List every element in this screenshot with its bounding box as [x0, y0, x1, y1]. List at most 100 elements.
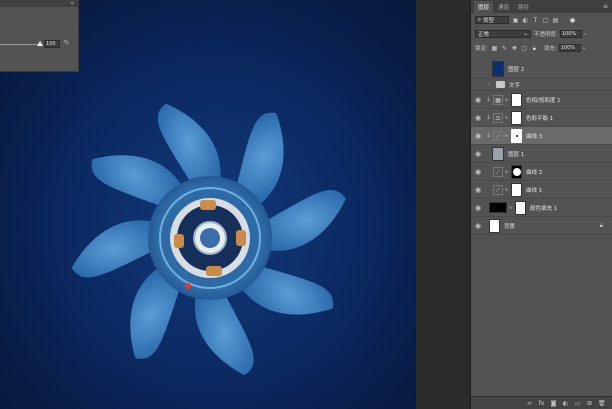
link-icon[interactable]: ∞	[504, 115, 509, 121]
shape-filter-icon[interactable]: ▢	[542, 17, 549, 24]
fx-icon[interactable]: fx	[538, 400, 545, 407]
folder-icon	[496, 81, 505, 88]
filter-row: ⌕ 类型 ▣ ◐ T ▢ ▤ ●	[471, 16, 612, 24]
chevron-down-icon: ⌄	[523, 31, 528, 37]
panel-tabs: 图层 通道 路径	[471, 0, 612, 13]
layer-row-1[interactable]: ◉ 图层 1	[471, 145, 612, 163]
smart-object-filter-icon[interactable]: ▤	[552, 17, 559, 24]
layer-row-hue-saturation[interactable]: ◉ ↓ ▦ ∞ 色相/饱和度 1	[471, 91, 612, 109]
layer-name: 背景	[504, 223, 516, 230]
color-balance-icon: ⚖	[493, 112, 503, 123]
chevron-right-icon[interactable]: ›	[488, 82, 494, 88]
lock-transparency-icon[interactable]: ▦	[491, 45, 498, 52]
clip-arrow-icon: ↓	[486, 132, 492, 139]
mask-shape	[513, 167, 521, 176]
panel-menu-icon[interactable]: ≡	[603, 3, 608, 10]
layer-row-color-balance[interactable]: ◉ ↓ ⚖ ∞ 色彩平衡 1	[471, 109, 612, 127]
properties-panel-header: «	[0, 0, 78, 7]
eye-icon[interactable]: ◉	[471, 150, 485, 158]
eye-icon[interactable]: ◉	[471, 204, 485, 212]
opacity-slider-track[interactable]	[0, 44, 42, 45]
clip-arrow-icon: ↓	[486, 114, 492, 121]
link-icon[interactable]: ∞	[504, 169, 509, 175]
adjustment-filter-icon[interactable]: ◐	[522, 17, 529, 24]
fill-field[interactable]: 100%	[558, 44, 581, 52]
layer-row-curves-3[interactable]: ◉ ↓ ⟋ ∞ 曲线 3	[471, 127, 612, 145]
eye-icon[interactable]: ◉	[471, 168, 485, 176]
clip-arrow-icon: ↓	[486, 96, 492, 103]
opacity-label: 不透明度:	[534, 32, 558, 38]
layer-name: 色相/饱和度 1	[526, 97, 561, 104]
layer-row-curves-1[interactable]: ◉ ⟋ ∞ 曲线 1	[471, 181, 612, 199]
trash-icon[interactable]: 🗑︎	[598, 400, 606, 407]
opacity-field[interactable]: 100%	[559, 30, 582, 38]
layer-name: 曲线 3	[526, 133, 543, 140]
lock-artboard-icon[interactable]: ▢	[521, 45, 528, 52]
new-layer-icon[interactable]: ⊞	[586, 400, 593, 407]
layer-thumbnail	[489, 218, 500, 233]
link-icon[interactable]: ∞	[504, 187, 509, 193]
link-icon[interactable]: ∞	[526, 400, 533, 407]
eye-icon[interactable]: ◉	[471, 114, 485, 122]
curves-icon: ⟋	[493, 130, 503, 141]
type-filter-icon[interactable]: T	[532, 17, 539, 24]
layer-mask-thumbnail	[511, 92, 522, 107]
layers-panel: 图层 通道 路径 ≡ ⌕ 类型 ▣ ◐ T ▢ ▤ ● 正常 ⌄ 不透明度: 1…	[470, 0, 612, 409]
slider-unit: %	[64, 40, 69, 46]
layer-row-color-fill[interactable]: ◉ ∞ 颜色填充 1	[471, 199, 612, 217]
layer-mask-thumbnail	[511, 128, 522, 143]
curves-icon: ⟋	[493, 166, 503, 177]
search-icon: ⌕	[478, 16, 482, 23]
tab-paths[interactable]: 路径	[514, 1, 533, 13]
pixel-filter-icon[interactable]: ▣	[512, 17, 519, 24]
blend-row: 正常 ⌄ 不透明度: 100% ⌄	[471, 30, 612, 38]
layers-list: 图层 2 › 文字 ◉ ↓ ▦ ∞ 色相/饱和度 1 ◉ ↓ ⚖ ∞ 色彩平衡 …	[471, 59, 612, 235]
layer-mask-thumbnail	[511, 110, 522, 125]
mask-icon[interactable]: ◙	[550, 400, 557, 407]
workspace-gutter	[416, 0, 470, 409]
layer-thumbnail	[492, 60, 504, 77]
layer-row-2[interactable]: 图层 2	[471, 59, 612, 79]
layer-mask-thumbnail	[511, 164, 522, 179]
filter-kind-select[interactable]: ⌕ 类型	[475, 16, 509, 24]
layer-mask-thumbnail	[511, 182, 522, 197]
blend-mode-select[interactable]: 正常 ⌄	[475, 30, 531, 38]
slider-value-field[interactable]: 100	[44, 40, 60, 48]
collapse-icon[interactable]: «	[70, 0, 74, 7]
curves-icon: ⟋	[493, 184, 503, 195]
layer-thumbnail	[492, 146, 504, 161]
layer-name: 曲线 2	[526, 169, 543, 176]
layer-row-background[interactable]: ◉ 背景 🔒︎	[471, 217, 612, 235]
lock-paint-icon[interactable]: ✎	[501, 45, 508, 52]
tab-layers[interactable]: 图层	[474, 1, 494, 13]
eye-icon[interactable]: ◉	[471, 186, 485, 194]
filter-toggle-icon[interactable]: ●	[569, 17, 576, 24]
layer-group-text[interactable]: › 文字	[471, 79, 612, 91]
fill-label: 填充:	[543, 46, 557, 52]
layer-name: 色彩平衡 1	[526, 115, 554, 122]
lock-row: 锁定: ▦ ✎ ✥ ▢ 🔒︎ 填充: 100% ⌄	[471, 44, 612, 52]
fan-image	[71, 103, 346, 376]
lock-label: 锁定:	[475, 46, 488, 52]
adjustment-icon[interactable]: ◐	[562, 400, 569, 407]
eye-icon[interactable]: ◉	[471, 132, 485, 140]
document-canvas[interactable]: « 100 %	[0, 0, 416, 409]
group-icon[interactable]: ▭	[574, 400, 581, 407]
link-icon[interactable]: ∞	[508, 205, 513, 211]
layer-row-curves-2[interactable]: ◉ ⟋ ∞ 曲线 2	[471, 163, 612, 181]
eye-icon[interactable]: ◉	[471, 222, 485, 230]
lock-icon: 🔒︎	[599, 221, 603, 229]
lock-position-icon[interactable]: ✥	[511, 45, 518, 52]
lock-all-icon[interactable]: 🔒︎	[531, 45, 538, 52]
eye-icon[interactable]: ◉	[471, 96, 485, 104]
chevron-down-icon[interactable]: ⌄	[582, 45, 587, 51]
slider-handle[interactable]	[37, 41, 43, 46]
fill-color-thumbnail	[489, 202, 507, 213]
layer-name: 图层 2	[508, 66, 525, 73]
link-icon[interactable]: ∞	[504, 97, 509, 103]
link-icon[interactable]: ∞	[504, 133, 509, 139]
layer-name: 曲线 1	[526, 187, 543, 194]
layer-name: 颜色填充 1	[530, 205, 558, 212]
chevron-down-icon[interactable]: ⌄	[583, 31, 588, 37]
tab-channels[interactable]: 通道	[494, 1, 513, 13]
